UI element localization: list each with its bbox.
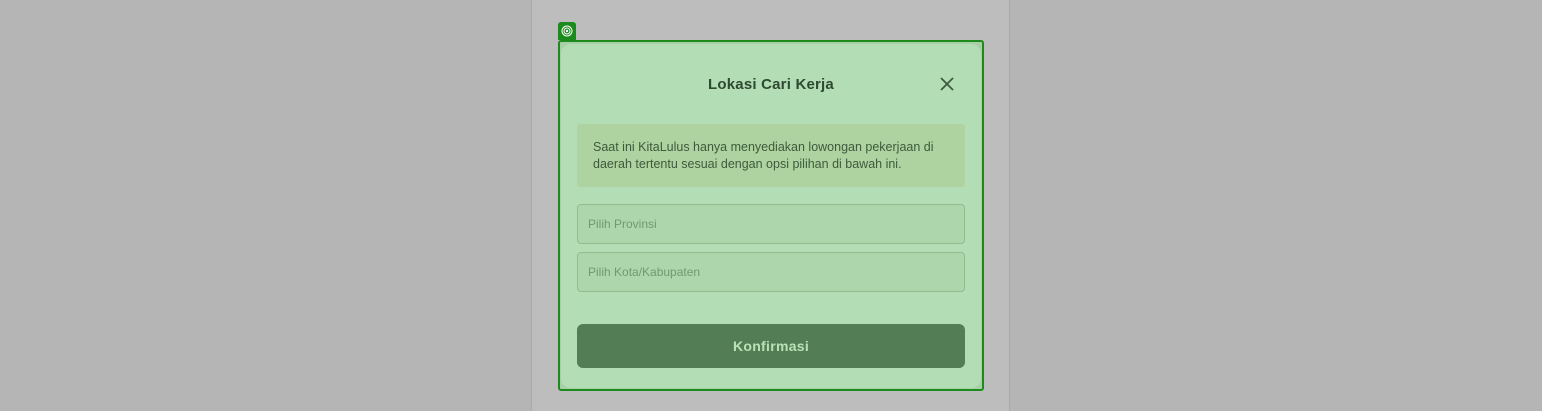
close-icon[interactable]	[940, 77, 954, 91]
city-select-field[interactable]	[577, 252, 965, 292]
province-select-field[interactable]	[577, 204, 965, 244]
target-icon	[558, 22, 576, 40]
info-notice-text: Saat ini KitaLulus hanya menyediakan low…	[593, 140, 934, 171]
location-modal: Lokasi Cari Kerja Saat ini KitaLulus han…	[561, 44, 981, 388]
close-button[interactable]	[933, 70, 961, 98]
info-notice: Saat ini KitaLulus hanya menyediakan low…	[577, 124, 965, 187]
confirm-button[interactable]: Konfirmasi	[577, 324, 965, 368]
modal-title: Lokasi Cari Kerja	[708, 76, 834, 93]
